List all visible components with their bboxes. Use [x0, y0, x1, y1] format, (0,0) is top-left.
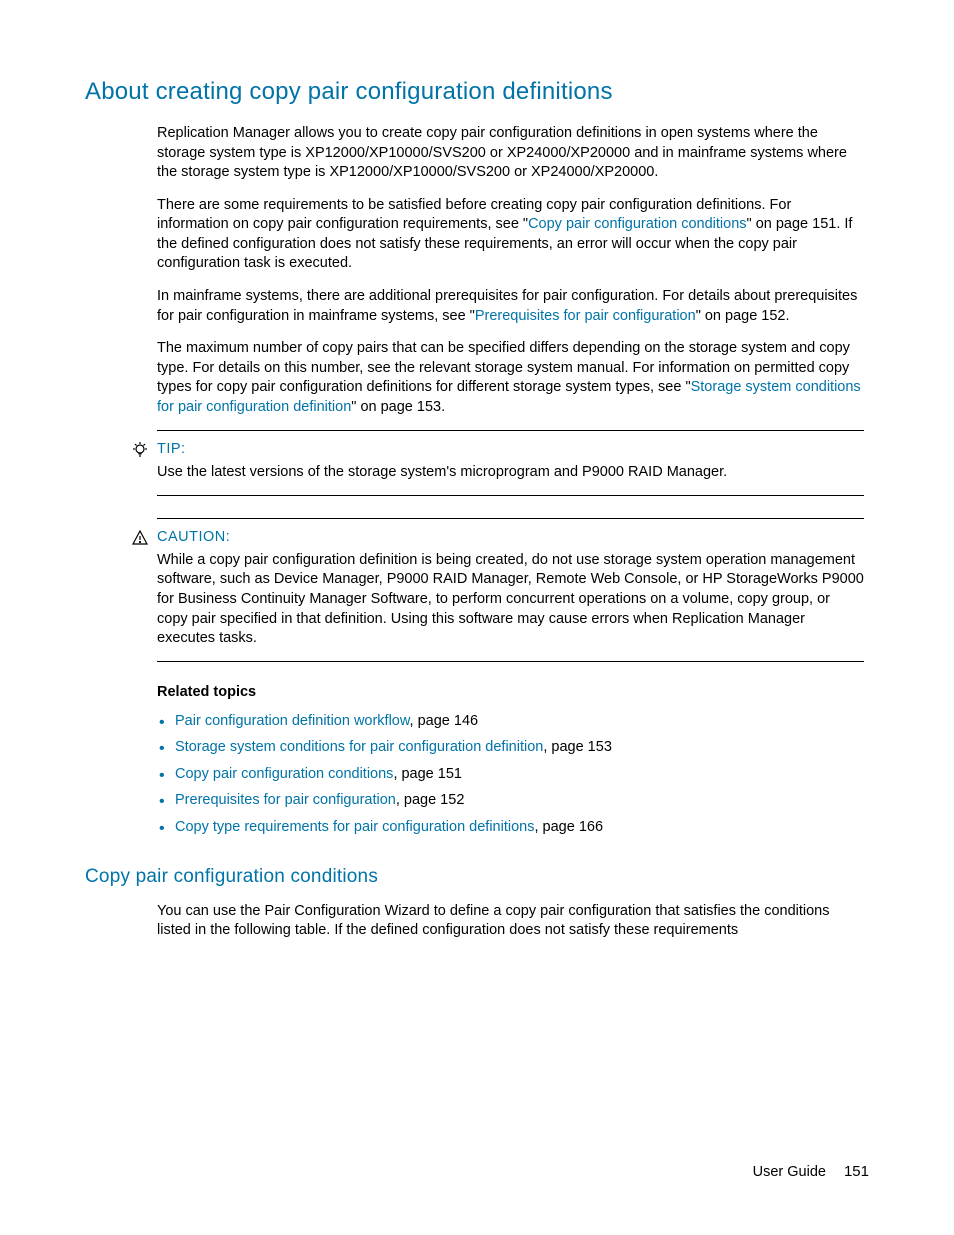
tip-label: TIP:	[157, 441, 186, 457]
body-content: Replication Manager allows you to create…	[157, 124, 864, 417]
text: , page 151	[393, 766, 462, 782]
link-related-4[interactable]: Copy type requirements for pair configur…	[175, 819, 534, 835]
paragraph: In mainframe systems, there are addition…	[157, 287, 864, 326]
paragraph: The maximum number of copy pairs that ca…	[157, 339, 864, 417]
link-copy-pair-conditions[interactable]: Copy pair configuration conditions	[528, 216, 746, 232]
text: , page 152	[396, 792, 465, 808]
paragraph: There are some requirements to be satisf…	[157, 196, 864, 274]
text: , page 153	[543, 739, 612, 755]
page-title: About creating copy pair configuration d…	[85, 78, 869, 106]
list-item: Copy pair configuration conditions, page…	[175, 765, 864, 785]
link-related-1[interactable]: Storage system conditions for pair confi…	[175, 739, 543, 755]
link-related-0[interactable]: Pair configuration definition workflow	[175, 713, 410, 729]
tip-icon	[131, 441, 149, 459]
page-number: 151	[844, 1163, 869, 1180]
list-item: Prerequisites for pair configuration, pa…	[175, 791, 864, 811]
list-item: Pair configuration definition workflow, …	[175, 712, 864, 732]
tip-body: Use the latest versions of the storage s…	[157, 463, 864, 483]
caution-box: CAUTION: While a copy pair configuration…	[157, 518, 864, 662]
text: , page 146	[410, 713, 479, 729]
link-related-3[interactable]: Prerequisites for pair configuration	[175, 792, 396, 808]
related-heading: Related topics	[157, 684, 864, 700]
caution-icon	[131, 529, 149, 547]
footer-label: User Guide	[753, 1164, 826, 1180]
caution-label: CAUTION:	[157, 529, 230, 545]
related-topics: Related topics Pair configuration defini…	[157, 684, 864, 838]
list-item: Storage system conditions for pair confi…	[175, 738, 864, 758]
tip-box: TIP: Use the latest versions of the stor…	[157, 430, 864, 496]
list-item: Copy type requirements for pair configur…	[175, 818, 864, 838]
page-footer: User Guide 151	[753, 1163, 869, 1180]
text: , page 166	[534, 819, 603, 835]
paragraph: Replication Manager allows you to create…	[157, 124, 864, 183]
link-prerequisites[interactable]: Prerequisites for pair configuration	[475, 308, 696, 324]
body-content: You can use the Pair Configuration Wizar…	[157, 902, 864, 941]
text: " on page 152.	[696, 308, 790, 324]
text: " on page 153.	[351, 399, 445, 415]
paragraph: You can use the Pair Configuration Wizar…	[157, 902, 864, 941]
link-related-2[interactable]: Copy pair configuration conditions	[175, 766, 393, 782]
caution-body: While a copy pair configuration definiti…	[157, 551, 864, 649]
section-title: Copy pair configuration conditions	[85, 866, 869, 888]
